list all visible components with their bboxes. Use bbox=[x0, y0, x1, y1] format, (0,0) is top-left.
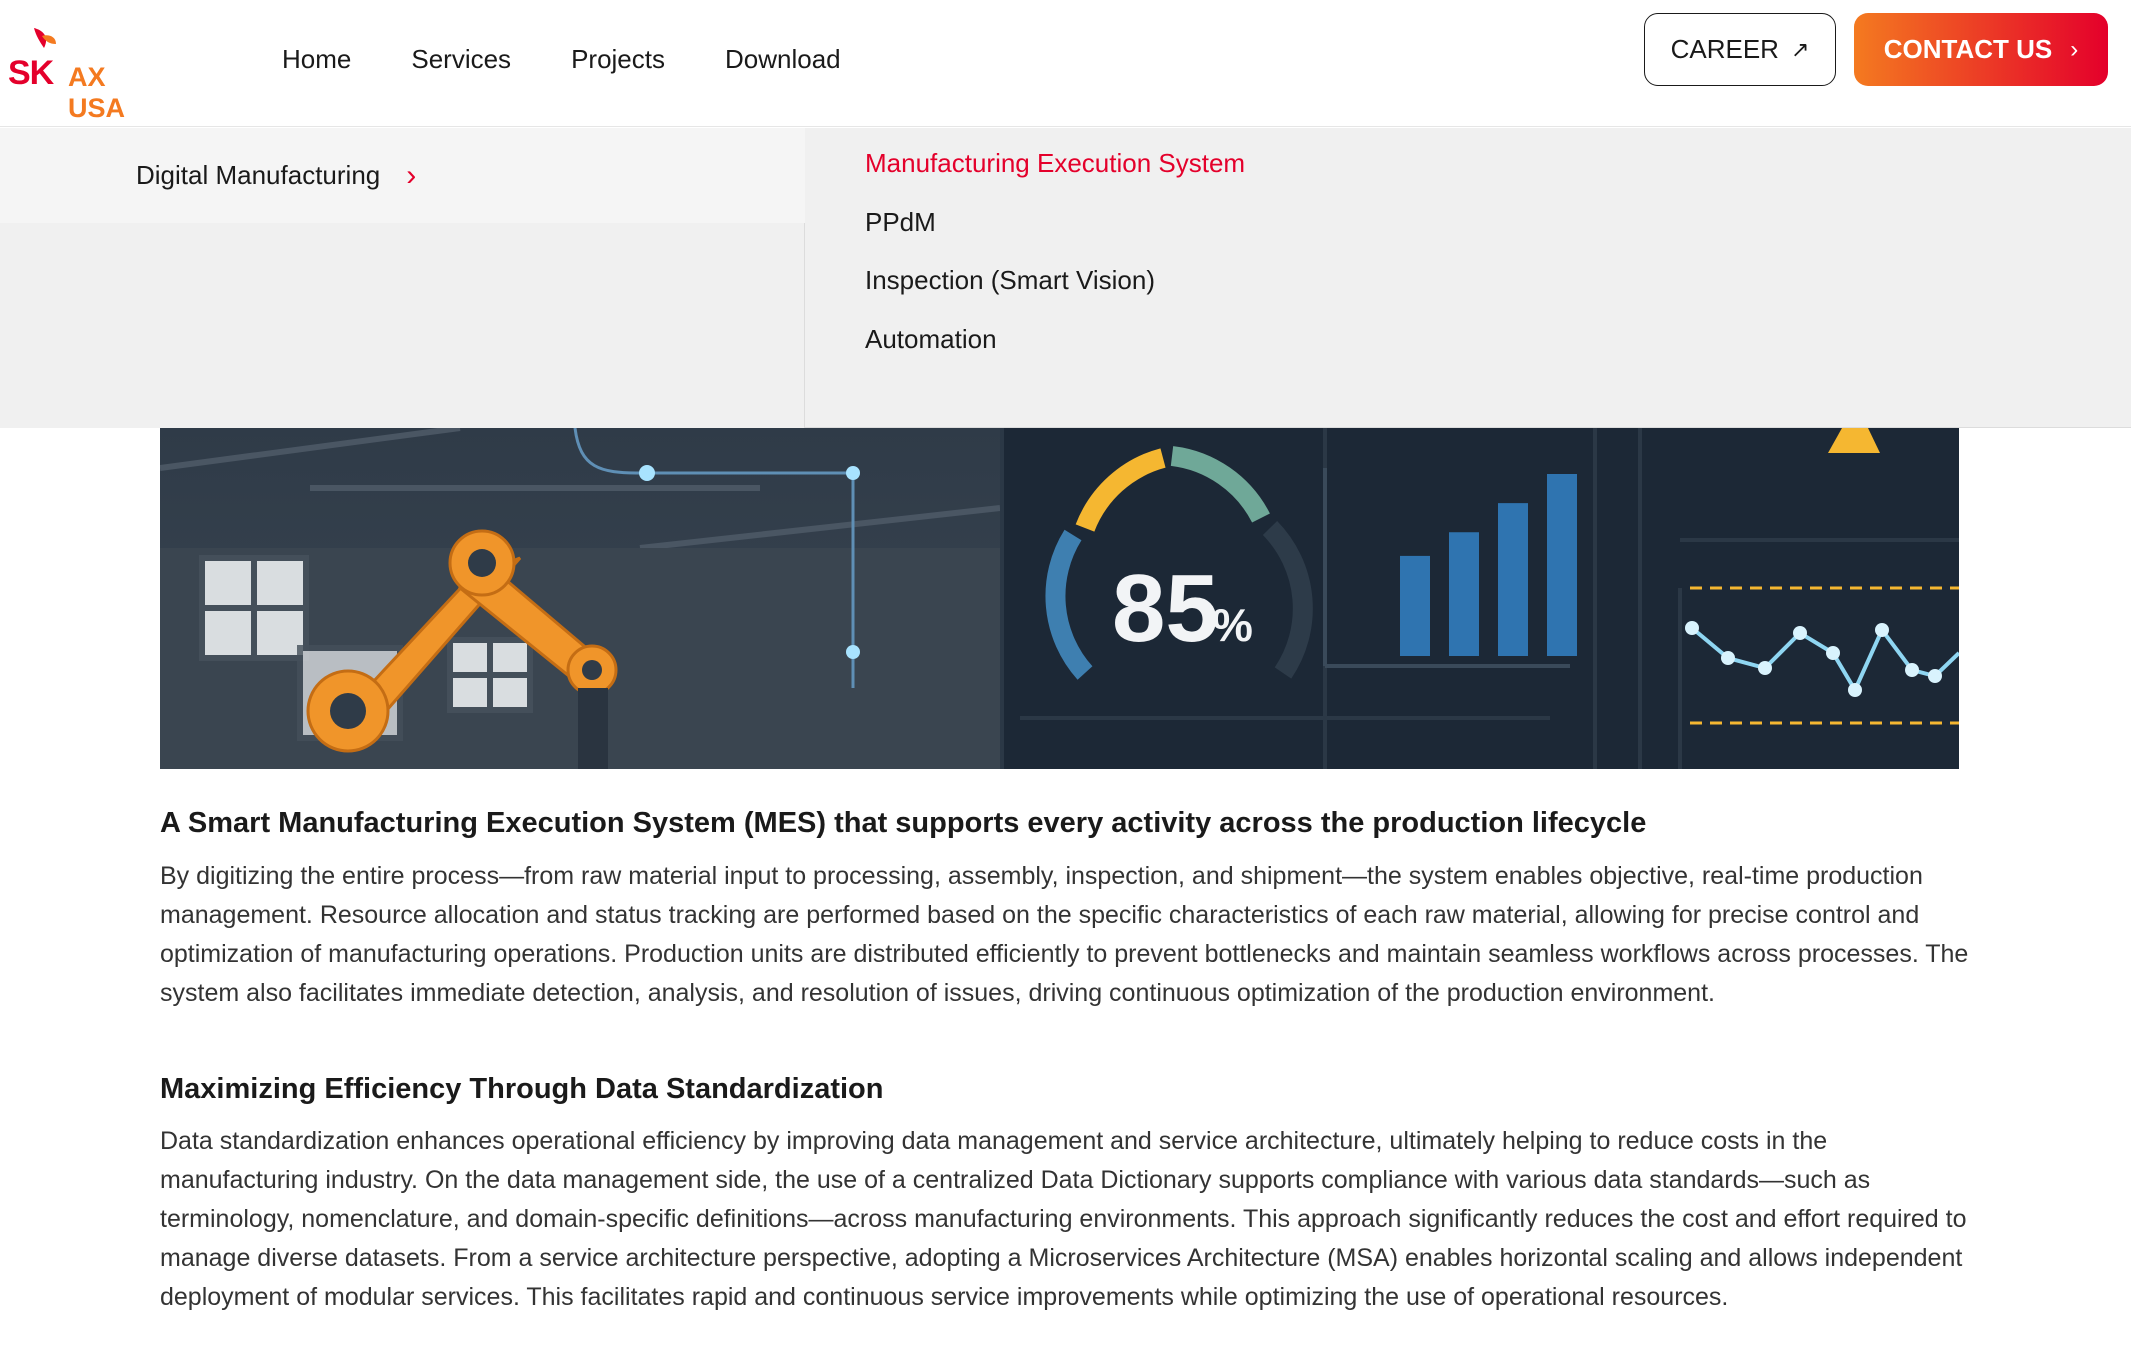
factory-dashboard-illustration: 85 % bbox=[160, 428, 1959, 769]
category-digital-manufacturing[interactable]: Digital Manufacturing › bbox=[0, 128, 805, 223]
content-area: A Smart Manufacturing Execution System (… bbox=[160, 805, 1970, 1317]
section-mes: A Smart Manufacturing Execution System (… bbox=[160, 805, 1970, 1013]
logo-sk: SK bbox=[8, 54, 54, 92]
menu-item-automation[interactable]: Automation bbox=[865, 326, 1245, 387]
main-nav: Home Services Projects Download bbox=[282, 44, 901, 75]
hero-bar bbox=[1498, 503, 1528, 656]
chevron-right-icon: › bbox=[2070, 35, 2079, 63]
menu-item-mes[interactable]: Manufacturing Execution System bbox=[865, 150, 1245, 211]
sk-ax-usa-logo[interactable]: SK AX USA bbox=[8, 26, 168, 123]
nav-projects[interactable]: Projects bbox=[571, 44, 665, 75]
section-body: By digitizing the entire process—from ra… bbox=[160, 861, 1969, 1007]
contact-button-label: CONTACT US bbox=[1883, 34, 2053, 64]
menu-item-ppdm[interactable]: PPdM bbox=[865, 209, 1245, 270]
section-data-standardization: Maximizing Efficiency Through Data Stand… bbox=[160, 1071, 1970, 1318]
career-button[interactable]: CAREER ↗ bbox=[1644, 13, 1836, 86]
section-body: Data standardization enhances operationa… bbox=[160, 1127, 1967, 1312]
logo-suffix: AX USA bbox=[68, 62, 126, 123]
mega-menu-categories: Digital Manufacturing › bbox=[0, 128, 805, 428]
arrow-up-right-icon: ↗ bbox=[1790, 36, 1810, 62]
gauge-unit: % bbox=[1212, 599, 1253, 651]
gauge-value: 85 bbox=[1112, 555, 1219, 662]
site-header: SK AX USA Home Services Projects Downloa… bbox=[0, 0, 2131, 127]
sk-butterfly-icon bbox=[34, 28, 56, 48]
career-button-label: CAREER bbox=[1670, 34, 1779, 64]
hero-bar bbox=[1400, 555, 1430, 656]
mega-menu-items: Manufacturing Execution System PPdM Insp… bbox=[865, 150, 1245, 387]
section-title: A Smart Manufacturing Execution System (… bbox=[160, 807, 1647, 839]
category-label: Digital Manufacturing bbox=[136, 160, 381, 190]
hero-bar bbox=[1547, 474, 1577, 656]
nav-download[interactable]: Download bbox=[725, 44, 841, 75]
nav-services[interactable]: Services bbox=[411, 44, 511, 75]
services-mega-menu: Digital Manufacturing › Manufacturing Ex… bbox=[0, 128, 2131, 428]
nav-home[interactable]: Home bbox=[282, 44, 351, 75]
chevron-right-icon: › bbox=[406, 158, 417, 192]
hero-banner-image: 85 % bbox=[160, 428, 1959, 769]
hero-bar bbox=[1449, 532, 1479, 656]
section-title: Maximizing Efficiency Through Data Stand… bbox=[160, 1072, 884, 1105]
contact-us-button[interactable]: CONTACT US › bbox=[1854, 13, 2108, 86]
menu-item-inspection[interactable]: Inspection (Smart Vision) bbox=[865, 267, 1245, 328]
